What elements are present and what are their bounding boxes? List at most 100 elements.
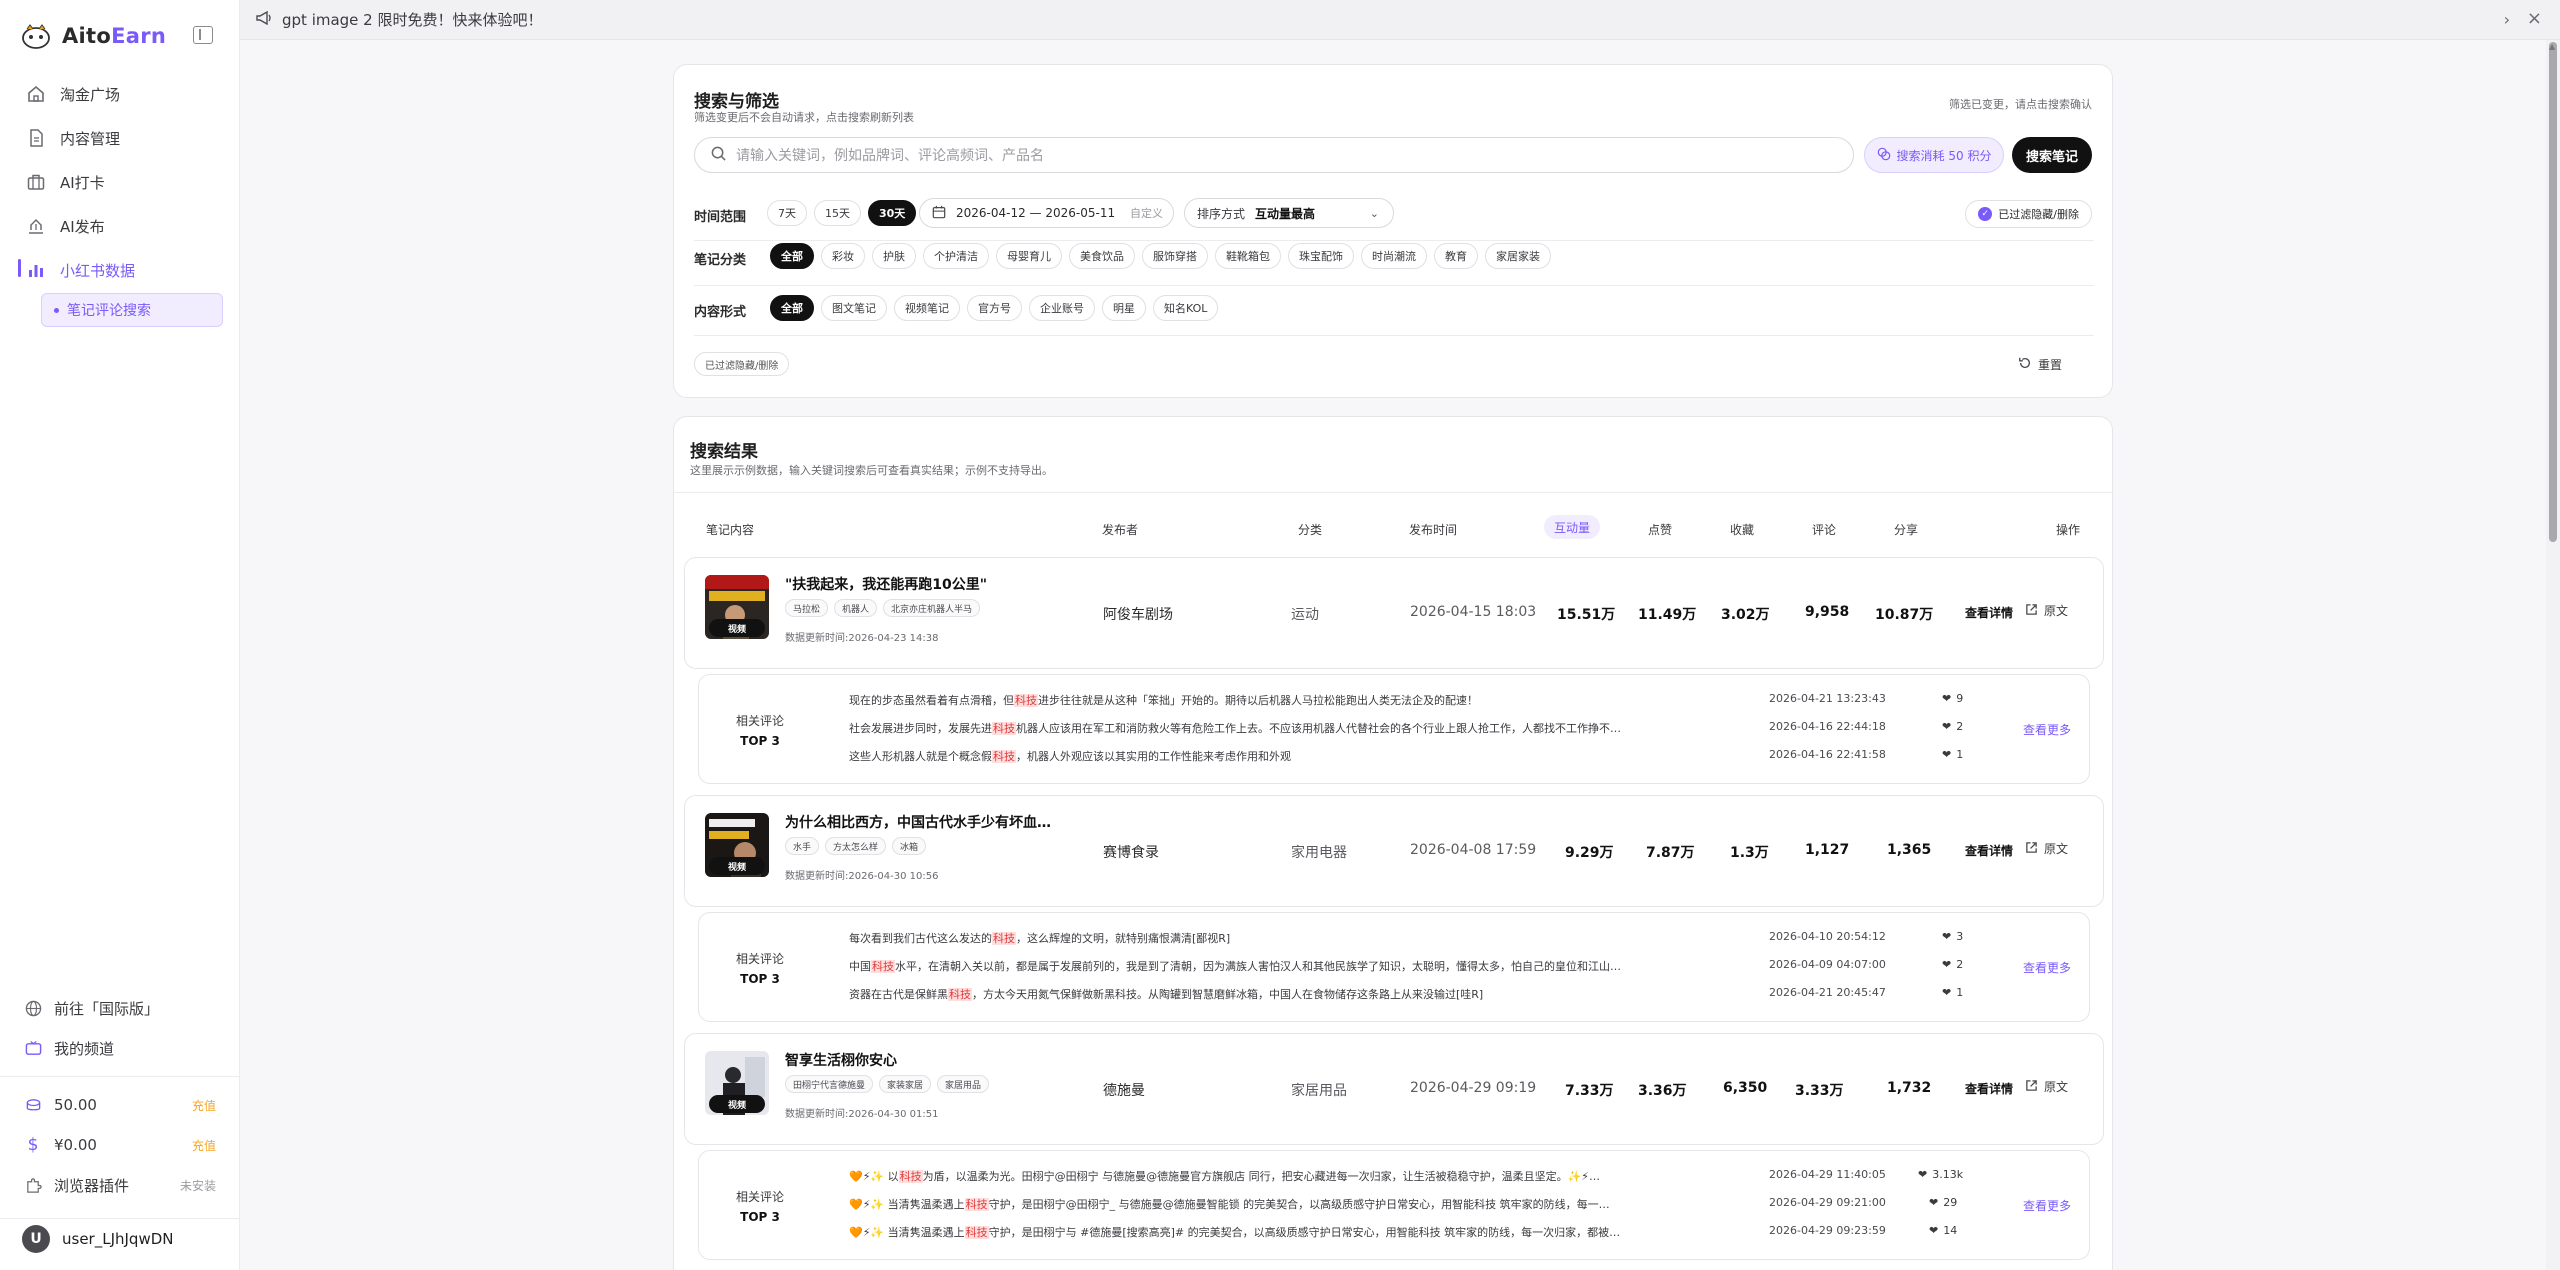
date-range-picker[interactable]: 2026-04-12 — 2026-05-11 自定义: [919, 198, 1174, 228]
note-likes: 7.87万: [1646, 845, 1695, 861]
announcement-bar: gpt image 2 限时免费！快来体验吧！ › ×: [240, 0, 2560, 40]
search-cost-button[interactable]: 搜索消耗 50 积分: [1864, 137, 2004, 173]
view-detail-button[interactable]: 查看详情: [1965, 604, 2013, 621]
format-option[interactable]: 图文笔记: [821, 295, 887, 321]
my-channel-link[interactable]: 我的频道: [0, 1028, 240, 1068]
search-notes-button[interactable]: 搜索笔记: [2012, 137, 2092, 173]
category-option[interactable]: 教育: [1434, 243, 1478, 269]
comment-likes: ❤ 3: [1942, 930, 1964, 943]
related-comments: 相关评论 TOP 3 每次看到我们古代这么发达的科技，这么辉煌的文明，就特别痛恨满…: [698, 912, 2090, 1022]
scrollbar-thumb[interactable]: [2549, 42, 2557, 542]
table-row[interactable]: 视频 智享生活栩你安心 田栩宁代言德施曼 家装家居 家居用品 数据更新时间:20…: [684, 1033, 2104, 1145]
col-header-author[interactable]: 发布者: [1102, 521, 1138, 538]
dollar-icon: $: [27, 1135, 39, 1155]
note-title[interactable]: 为什么相比西方，中国古代水手少有坏血…: [785, 812, 1051, 832]
view-more-comments-link[interactable]: 查看更多: [2023, 959, 2071, 976]
format-option[interactable]: 官方号: [967, 295, 1022, 321]
col-header-comments[interactable]: 评论: [1812, 521, 1836, 538]
category-option[interactable]: 珠宝配饰: [1288, 243, 1354, 269]
user-profile[interactable]: U user_LJhJqwDN: [0, 1218, 240, 1258]
note-saves: 1.3万: [1730, 845, 1769, 861]
col-header-interaction[interactable]: 互动量: [1544, 515, 1601, 539]
heart-icon: ❤: [1942, 986, 1952, 999]
col-header-likes[interactable]: 点赞: [1648, 521, 1672, 538]
format-option[interactable]: 企业账号: [1029, 295, 1095, 321]
table-row[interactable]: 视频 "扶我起来，我还能再跑10公里" 马拉松 机器人 北京亦庄机器人半马 数据…: [684, 557, 2104, 669]
view-detail-button[interactable]: 查看详情: [1965, 842, 2013, 859]
category-option[interactable]: 护肤: [872, 243, 916, 269]
view-original-link[interactable]: 原文: [2025, 602, 2068, 619]
comment-likes: ❤ 1: [1942, 748, 1964, 761]
col-header-saves[interactable]: 收藏: [1730, 521, 1754, 538]
category-option[interactable]: 全部: [770, 243, 814, 269]
format-option[interactable]: 明星: [1102, 295, 1146, 321]
view-detail-button[interactable]: 查看详情: [1965, 1080, 2013, 1097]
reset-icon: [2018, 356, 2032, 373]
brand[interactable]: AitoEarn: [20, 22, 166, 50]
nav-item-ai-publish[interactable]: AI发布: [0, 204, 240, 248]
search-input[interactable]: 请输入关键词，例如品牌词、评论高频词、产品名: [694, 137, 1854, 173]
note-author[interactable]: 德施曼: [1103, 1080, 1145, 1100]
category-option[interactable]: 鞋靴箱包: [1215, 243, 1281, 269]
note-title[interactable]: 智享生活栩你安心: [785, 1050, 897, 1070]
note-shares: 10.87万: [1875, 607, 1934, 623]
announcement-text[interactable]: gpt image 2 限时免费！快来体验吧！: [282, 9, 543, 30]
go-international-link[interactable]: 前往「国际版」: [0, 988, 240, 1028]
format-option[interactable]: 知名KOL: [1153, 295, 1219, 321]
points-recharge-link[interactable]: 充值: [192, 1097, 216, 1114]
col-header-actions: 操作: [2056, 523, 2081, 537]
balance-recharge-link[interactable]: 充值: [192, 1137, 216, 1154]
note-author[interactable]: 赛博食录: [1103, 842, 1159, 862]
close-icon[interactable]: ×: [2527, 8, 2542, 29]
col-header-category[interactable]: 分类: [1298, 521, 1322, 538]
format-option[interactable]: 全部: [770, 295, 814, 321]
nav-item-market[interactable]: 淘金广场: [0, 72, 240, 116]
view-original-link[interactable]: 原文: [2025, 1078, 2068, 1095]
note-title[interactable]: "扶我起来，我还能再跑10公里": [785, 574, 987, 594]
view-more-comments-link[interactable]: 查看更多: [2023, 721, 2071, 738]
table-row[interactable]: 视频 为什么相比西方，中国古代水手少有坏血… 水手 方太怎么样 冰箱 数据更新时…: [684, 795, 2104, 907]
view-more-comments-link[interactable]: 查看更多: [2023, 1197, 2071, 1214]
nav-item-ai-checkin[interactable]: AI打卡: [0, 160, 240, 204]
note-tag: 家居用品: [937, 1075, 990, 1093]
category-option[interactable]: 母婴育儿: [996, 243, 1062, 269]
nav-item-content[interactable]: 内容管理: [0, 116, 240, 160]
category-option[interactable]: 彩妆: [821, 243, 865, 269]
time-option-30d[interactable]: 30天: [868, 200, 917, 226]
format-option[interactable]: 视频笔记: [894, 295, 960, 321]
reset-label: 重置: [2037, 358, 2062, 372]
comment-date: 2026-04-16 22:44:18: [1769, 720, 1886, 733]
check-icon: ✓: [1978, 207, 1993, 221]
category-option[interactable]: 服饰穿搭: [1142, 243, 1208, 269]
category-option[interactable]: 家居家装: [1485, 243, 1551, 269]
chevron-right-icon[interactable]: ›: [2504, 10, 2510, 29]
category-option[interactable]: 个护清洁: [923, 243, 989, 269]
sub-nav-note-comment-search[interactable]: 笔记评论搜索: [41, 293, 223, 327]
time-option-15d[interactable]: 15天: [814, 200, 861, 226]
chevron-down-icon: ⌄: [1369, 206, 1379, 220]
time-option-7d[interactable]: 7天: [767, 200, 807, 226]
related-comments: 相关评论 TOP 3 🧡⚡✨ 以科技为盾，以温柔为光。田栩宁@田栩宁 与德施曼@德…: [698, 1150, 2090, 1260]
view-original-link[interactable]: 原文: [2025, 840, 2068, 857]
nav-item-xhs-data[interactable]: 小红书数据: [0, 248, 240, 292]
sort-select[interactable]: 排序方式 互动量最高 ⌄: [1184, 198, 1394, 228]
filter-hidden-toggle[interactable]: ✓ 已过滤隐藏/删除: [1965, 200, 2092, 228]
page-scrollbar[interactable]: [2546, 40, 2560, 1270]
reset-button[interactable]: 重置: [2018, 356, 2062, 373]
active-filter-tag[interactable]: 已过滤隐藏/删除: [694, 352, 790, 376]
note-comments: 9,958: [1805, 604, 1850, 620]
category-option[interactable]: 时尚潮流: [1361, 243, 1427, 269]
scroll-up-icon[interactable]: ▲: [2549, 42, 2555, 51]
category-option[interactable]: 美食饮品: [1069, 243, 1135, 269]
col-header-time[interactable]: 发布时间: [1409, 521, 1457, 538]
divider: [694, 335, 2094, 336]
related-comments-label: 相关评论 TOP 3: [735, 952, 784, 986]
collapse-sidebar-icon[interactable]: [193, 26, 213, 44]
points-icon: [24, 1096, 42, 1114]
tv-icon: [24, 1039, 42, 1057]
filter-hidden-label: 已过滤隐藏/删除: [1998, 208, 2079, 221]
balance-value: ¥0.00: [54, 1136, 97, 1154]
note-author[interactable]: 阿俊车剧场: [1103, 604, 1173, 624]
browser-plugin-row[interactable]: 浏览器插件 未安装: [0, 1165, 240, 1205]
col-header-shares[interactable]: 分享: [1894, 521, 1918, 538]
